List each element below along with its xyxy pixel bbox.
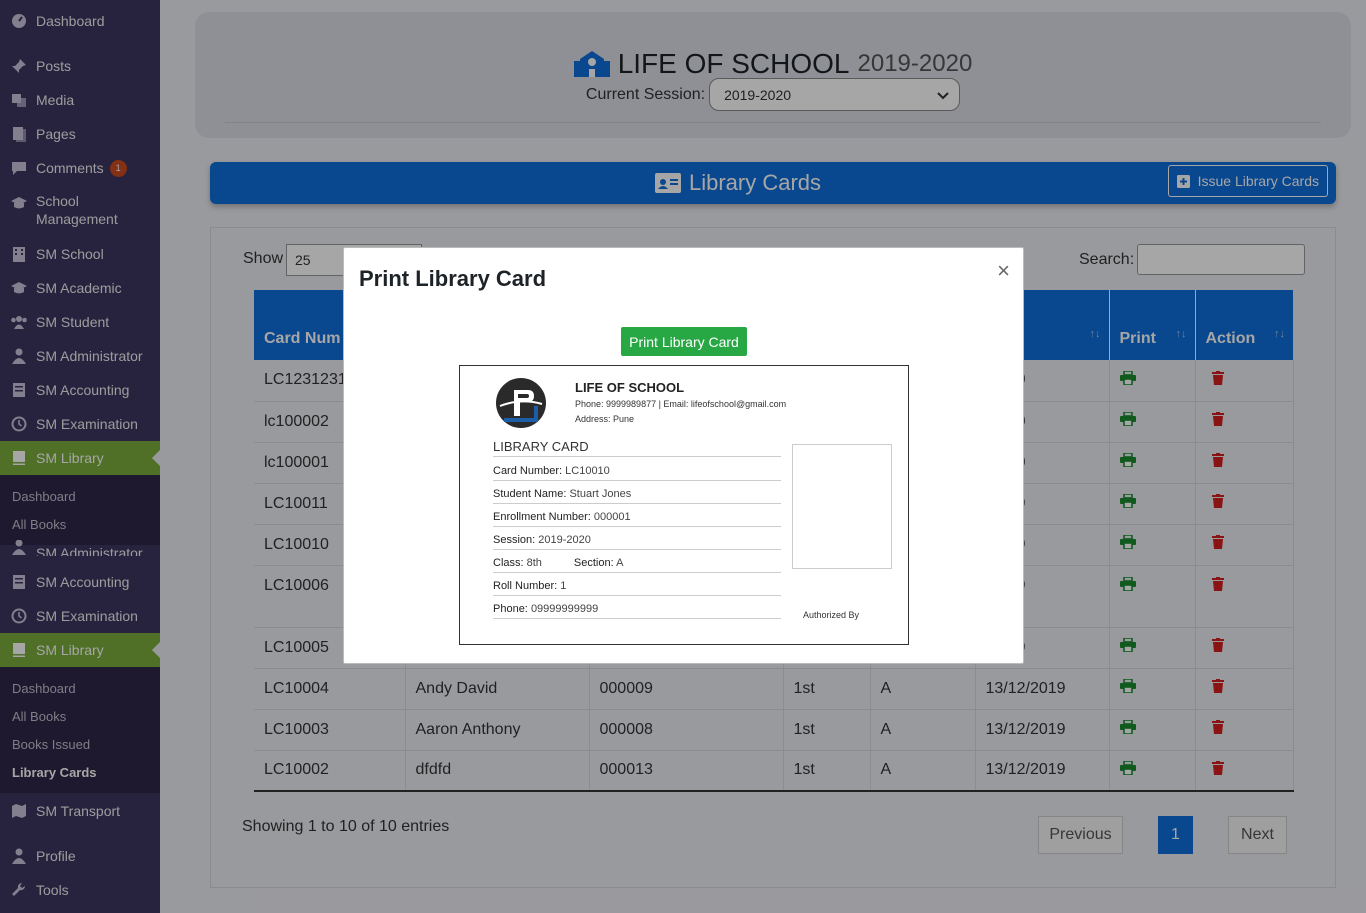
card-field-value: 09999999999: [530, 603, 599, 615]
print-library-card-modal: Print Library Card × Print Library Card …: [343, 247, 1024, 664]
school-logo: [494, 376, 548, 430]
card-field-label: Phone:: [493, 603, 528, 615]
card-field-label: Enrollment Number:: [493, 511, 591, 523]
photo-placeholder: [792, 444, 892, 569]
card-field-value: Stuart Jones: [569, 488, 632, 500]
card-address: Address: Pune: [575, 414, 635, 424]
card-row-phone: Phone: 09999999999: [493, 603, 781, 619]
card-row-card-number: Card Number: LC10010: [493, 465, 781, 481]
card-contact: Phone: 9999989877 | Email: lifeofschool@…: [575, 399, 787, 409]
card-row-roll-number: Roll Number: 1: [493, 580, 781, 596]
card-heading: LIBRARY CARD: [493, 439, 781, 457]
card-field-label: Roll Number:: [493, 580, 558, 592]
card-field-value: LC10010: [565, 465, 610, 477]
close-icon[interactable]: ×: [997, 258, 1010, 284]
card-field-value: A: [616, 557, 624, 569]
card-row-session: Session: 2019-2020: [493, 534, 781, 550]
print-library-card-button[interactable]: Print Library Card: [621, 327, 747, 356]
card-field-value: 000001: [593, 511, 631, 523]
card-field-value: 8th: [526, 557, 542, 569]
card-row-student-name: Student Name: Stuart Jones: [493, 488, 781, 504]
card-field-label: Section:: [573, 557, 614, 569]
modal-title: Print Library Card: [359, 266, 547, 291]
card-field-label: Class:: [493, 557, 524, 569]
card-field-value: 1: [560, 580, 567, 592]
library-card: LIFE OF SCHOOL Phone: 9999989877 | Email…: [459, 365, 909, 645]
card-school-name: LIFE OF SCHOOL: [575, 380, 685, 395]
card-field-label: Student Name:: [493, 488, 567, 500]
authorized-by: Authorized By: [803, 610, 860, 620]
card-row-class-section: Class: 8th Section: A: [493, 557, 781, 573]
card-field-value: 2019-2020: [538, 534, 591, 546]
card-row-enrollment: Enrollment Number: 000001: [493, 511, 781, 527]
card-field-label: Session:: [493, 534, 536, 546]
card-field-label: Card Number:: [493, 465, 563, 477]
